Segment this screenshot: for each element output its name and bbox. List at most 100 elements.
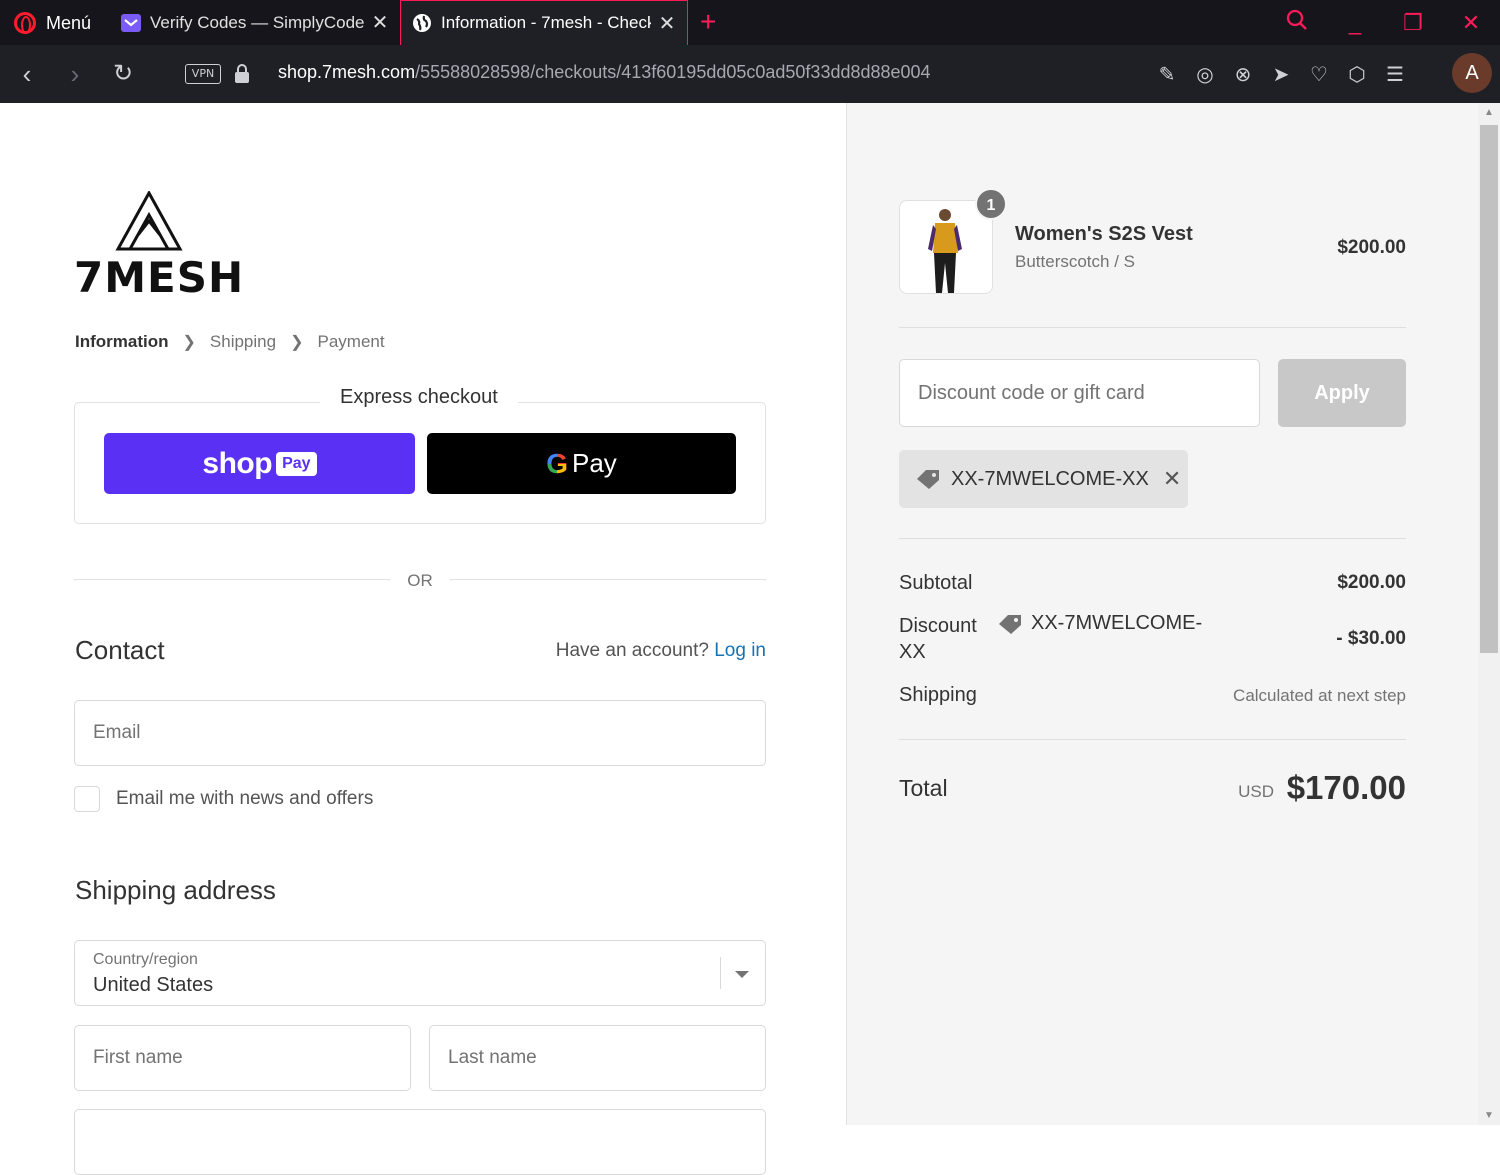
shipping-label: Shipping	[899, 684, 977, 706]
country-select[interactable]: Country/region United States	[74, 940, 766, 1006]
scroll-up-icon[interactable]: ▲	[1478, 107, 1500, 118]
lock-icon[interactable]	[235, 64, 249, 84]
tab-verify-codes[interactable]: Verify Codes — SimplyCodes ✕	[110, 0, 400, 45]
last-name-field[interactable]: Last name	[429, 1025, 766, 1091]
total-currency: USD	[1238, 782, 1274, 801]
breadcrumb-payment: Payment	[317, 332, 385, 351]
globe-favicon-icon	[411, 12, 433, 34]
shop-pay-button[interactable]: shop Pay	[104, 433, 415, 494]
divider	[899, 327, 1406, 328]
country-label: Country/region	[93, 951, 198, 968]
restore-icon[interactable]: ❐	[1384, 10, 1442, 36]
subtotal-value: $200.00	[1337, 572, 1406, 593]
applied-discount-chip: XX-7MWELCOME-XX ✕	[899, 450, 1188, 508]
simplycodes-favicon-icon	[120, 12, 142, 34]
adblock-icon[interactable]: ⊗	[1224, 62, 1262, 87]
opera-menu-button[interactable]: Menú	[14, 9, 91, 37]
product-price: $200.00	[1337, 237, 1406, 258]
menu-label: Menú	[46, 12, 92, 33]
google-pay-label: Pay	[571, 448, 617, 478]
close-window-icon[interactable]: ✕	[1442, 10, 1500, 36]
divider	[74, 579, 390, 580]
brand-wordmark: 7MESH	[74, 253, 245, 302]
product-name: Women's S2S Vest	[1015, 223, 1193, 245]
product-variant: Butterscotch / S	[1015, 252, 1135, 271]
url-field[interactable]: shop.7mesh.com/55588028598/checkouts/413…	[278, 62, 931, 83]
newsletter-option[interactable]: Email me with news and offers	[74, 786, 373, 812]
newsletter-label: Email me with news and offers	[116, 788, 374, 809]
back-icon[interactable]: ‹	[12, 59, 42, 89]
discount-code-text: XX-7MWELCOME-	[1031, 612, 1203, 634]
discount-value: - $30.00	[1336, 628, 1406, 649]
opera-logo-icon	[14, 12, 36, 34]
scrollbar-thumb[interactable]	[1480, 125, 1498, 653]
breadcrumb-information[interactable]: Information	[75, 332, 169, 352]
shipping-value: Calculated at next step	[1233, 686, 1406, 705]
scroll-down-icon[interactable]: ▼	[1478, 1110, 1500, 1121]
have-account-text: Have an account? Log in	[556, 640, 766, 662]
login-link[interactable]: Log in	[714, 640, 766, 661]
country-value: United States	[93, 974, 214, 996]
shop-pay-badge: Pay	[276, 451, 317, 476]
tab-information-checkout[interactable]: Information - 7mesh - Checkout ✕	[400, 0, 688, 45]
window-controls: _ ❐ ✕	[1268, 0, 1500, 45]
first-name-placeholder: First name	[93, 1047, 183, 1068]
google-pay-button[interactable]: G Pay	[427, 433, 736, 494]
extensions-cube-icon[interactable]: ⬡	[1338, 62, 1376, 87]
last-name-placeholder: Last name	[448, 1047, 537, 1068]
shipping-address-heading: Shipping address	[75, 875, 276, 905]
tab-title: Information - 7mesh - Checkout	[441, 13, 651, 32]
divider	[450, 579, 766, 580]
url-host: shop.7mesh.com	[278, 62, 416, 82]
page-scrollbar[interactable]: ▲ ▼	[1478, 103, 1500, 1125]
google-g-icon: G	[546, 447, 568, 479]
camera-icon[interactable]: ◎	[1186, 62, 1224, 87]
have-account-label: Have an account?	[555, 640, 709, 661]
shop-pay-wordmark: shop	[202, 446, 273, 480]
reload-icon[interactable]: ↻	[108, 59, 138, 89]
breadcrumb: Information ❯ Shipping ❯ Payment	[75, 332, 385, 352]
divider	[899, 739, 1406, 740]
first-name-field[interactable]: First name	[74, 1025, 411, 1091]
mountain-logo-icon	[115, 189, 183, 251]
profile-avatar[interactable]: A	[1452, 53, 1492, 93]
checkout-main: 7MESH Information ❯ Shipping ❯ Payment E…	[0, 103, 846, 1175]
total-value: $170.00	[1286, 769, 1406, 806]
tab-title: Verify Codes — SimplyCodes	[150, 12, 364, 32]
heart-icon[interactable]: ♡	[1300, 62, 1338, 87]
url-path: /55588028598/checkouts/413f60195dd05c0ad…	[415, 62, 931, 82]
address-field[interactable]	[74, 1109, 766, 1175]
email-placeholder: Email	[93, 722, 141, 743]
tag-icon	[999, 614, 1021, 634]
chevron-right-icon: ❯	[290, 334, 304, 351]
tab-close-icon[interactable]: ✕	[657, 11, 677, 36]
browser-address-bar: ‹ › ↻ VPN shop.7mesh.com/55588028598/che…	[0, 45, 1500, 103]
tab-close-icon[interactable]: ✕	[370, 10, 390, 35]
new-tab-plus-icon[interactable]: +	[700, 6, 716, 38]
newsletter-checkbox[interactable]	[74, 786, 100, 812]
remove-discount-icon[interactable]: ✕	[1163, 466, 1181, 492]
toolbar-icons: ✎ ◎ ⊗ ➤ ♡ ⬡ ☰	[1148, 59, 1414, 89]
select-separator	[720, 957, 721, 989]
minimize-icon[interactable]: _	[1326, 10, 1384, 36]
discount-code-continuation: XX	[899, 641, 926, 663]
checkout-page: 7MESH Information ❯ Shipping ❯ Payment E…	[0, 103, 1500, 1175]
apply-discount-button[interactable]: Apply	[1278, 359, 1406, 427]
subtotal-label: Subtotal	[899, 572, 973, 594]
or-separator: OR	[407, 571, 433, 590]
brand-logo[interactable]: 7MESH	[74, 189, 243, 302]
quantity-badge: 1	[975, 188, 1007, 220]
easy-setup-icon[interactable]: ☰	[1376, 62, 1414, 87]
total-label: Total	[899, 775, 948, 801]
email-field[interactable]: Email	[74, 700, 766, 766]
send-icon[interactable]: ➤	[1262, 62, 1300, 87]
edit-snapshot-icon[interactable]: ✎	[1148, 62, 1186, 87]
vpn-badge[interactable]: VPN	[185, 64, 221, 84]
discount-label: Discount	[899, 615, 977, 637]
discount-placeholder: Discount code or gift card	[918, 382, 1145, 404]
search-tabs-icon[interactable]	[1268, 9, 1326, 37]
chevron-right-icon: ❯	[182, 334, 196, 351]
forward-icon[interactable]: ›	[60, 59, 90, 89]
discount-code-input[interactable]: Discount code or gift card	[899, 359, 1260, 427]
chevron-down-icon	[735, 971, 749, 978]
